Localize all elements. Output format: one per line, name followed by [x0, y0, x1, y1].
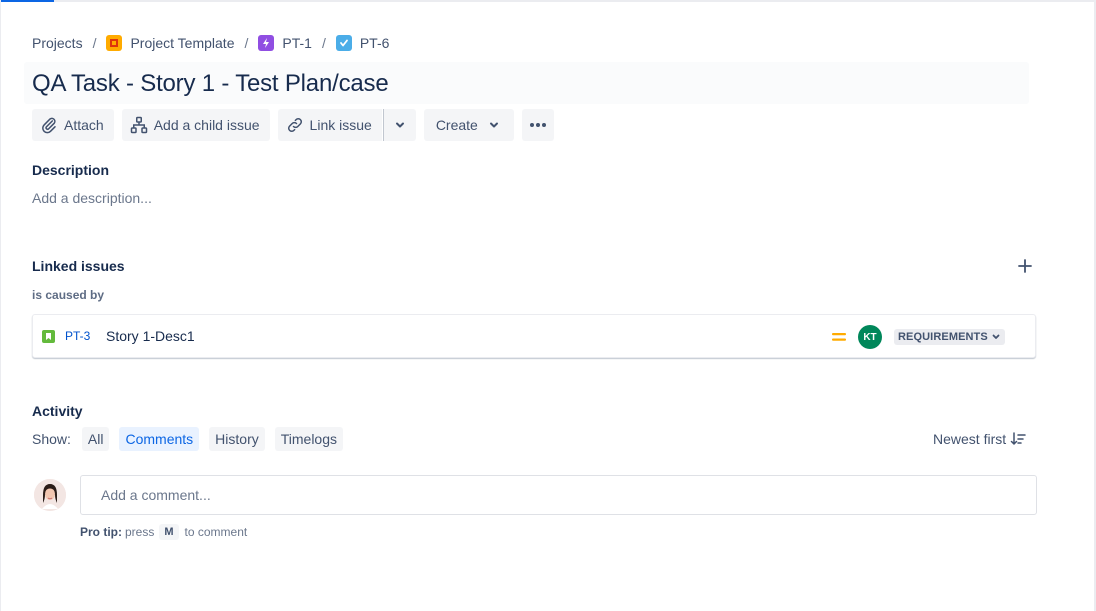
project-icon	[106, 35, 123, 51]
priority-medium-icon	[832, 333, 846, 341]
epic-icon	[258, 35, 275, 51]
linked-issue-summary[interactable]: Story 1-Desc1	[106, 328, 195, 344]
link-issue-label: Link issue	[309, 117, 372, 133]
filter-all-button[interactable]: All	[81, 427, 110, 451]
link-issue-dropdown-button[interactable]	[382, 109, 416, 141]
add-linked-issue-button[interactable]	[1015, 256, 1035, 276]
comment-input[interactable]: Add a comment...	[80, 475, 1037, 515]
activity-heading: Activity	[32, 403, 83, 419]
activity-filter-row: Show: All Comments History Timelogs	[32, 427, 353, 451]
plus-icon	[1018, 259, 1032, 273]
add-child-issue-label: Add a child issue	[153, 117, 260, 133]
hierarchy-icon	[130, 116, 147, 134]
pro-tip-suffix: to comment	[184, 525, 248, 539]
sort-icon	[1010, 432, 1026, 445]
chevron-down-icon	[992, 334, 1000, 339]
breadcrumb-project-label: Project Template	[130, 35, 235, 51]
comment-placeholder: Add a comment...	[101, 487, 211, 503]
status-dropdown[interactable]: REQUIREMENTS	[894, 329, 1005, 345]
create-button[interactable]: Create	[423, 109, 514, 141]
status-label: REQUIREMENTS	[898, 331, 988, 343]
breadcrumb-separator: /	[244, 35, 249, 51]
linked-issue-row[interactable]: PT-3 Story 1-Desc1 KT REQUIREMENTS	[32, 314, 1036, 358]
top-border	[0, 0, 1096, 2]
breadcrumb-epic-label: PT-1	[282, 35, 312, 51]
issue-toolbar: Attach Add a child issue Link issue Crea…	[32, 109, 562, 141]
link-issue-button[interactable]: Link issue	[277, 109, 382, 141]
more-icon	[529, 123, 546, 127]
task-icon	[335, 35, 352, 51]
filter-timelogs-button[interactable]: Timelogs	[274, 427, 344, 451]
breadcrumb-issue-label: PT-6	[359, 35, 390, 51]
breadcrumb-separator: /	[321, 35, 326, 51]
sort-label: Newest first	[933, 431, 1007, 447]
create-label: Create	[435, 117, 478, 133]
add-child-issue-button[interactable]: Add a child issue	[121, 109, 270, 141]
top-accent-bar	[0, 0, 54, 2]
breadcrumb-projects[interactable]: Projects	[32, 35, 83, 51]
paperclip-icon	[42, 117, 56, 134]
filter-history-button[interactable]: History	[209, 427, 265, 451]
pro-tip-label: Pro tip:	[80, 525, 122, 539]
show-label: Show:	[32, 431, 71, 447]
breadcrumb-project[interactable]: Project Template	[106, 35, 234, 51]
chevron-down-icon	[395, 122, 404, 128]
description-field[interactable]: Add a description...	[32, 190, 152, 206]
assignee-avatar[interactable]: KT	[858, 325, 882, 349]
breadcrumb: Projects / Project Template / PT-1 / PT-…	[32, 33, 389, 53]
linked-issues-heading: Linked issues	[32, 258, 125, 274]
link-icon	[287, 117, 302, 133]
chevron-down-icon	[489, 122, 498, 128]
filter-comments-button[interactable]: Comments	[119, 427, 200, 451]
link-relation-label: is caused by	[32, 288, 105, 302]
keyboard-shortcut-key: M	[159, 524, 179, 540]
current-user-avatar	[34, 479, 66, 511]
left-border	[0, 0, 1, 611]
breadcrumb-separator: /	[92, 35, 97, 51]
pro-tip: Pro tip: press M to comment	[80, 524, 247, 540]
story-icon	[42, 330, 55, 343]
pro-tip-press: press	[125, 525, 155, 539]
description-heading: Description	[32, 162, 110, 178]
attach-button[interactable]: Attach	[32, 109, 114, 141]
breadcrumb-epic[interactable]: PT-1	[258, 35, 312, 51]
sort-order-button[interactable]: Newest first	[933, 431, 1026, 447]
issue-title[interactable]: QA Task - Story 1 - Test Plan/case	[32, 70, 389, 98]
breadcrumb-issue[interactable]: PT-6	[335, 35, 390, 51]
more-actions-button[interactable]	[521, 109, 554, 141]
attach-label: Attach	[64, 117, 104, 133]
linked-issue-key[interactable]: PT-3	[65, 329, 90, 343]
